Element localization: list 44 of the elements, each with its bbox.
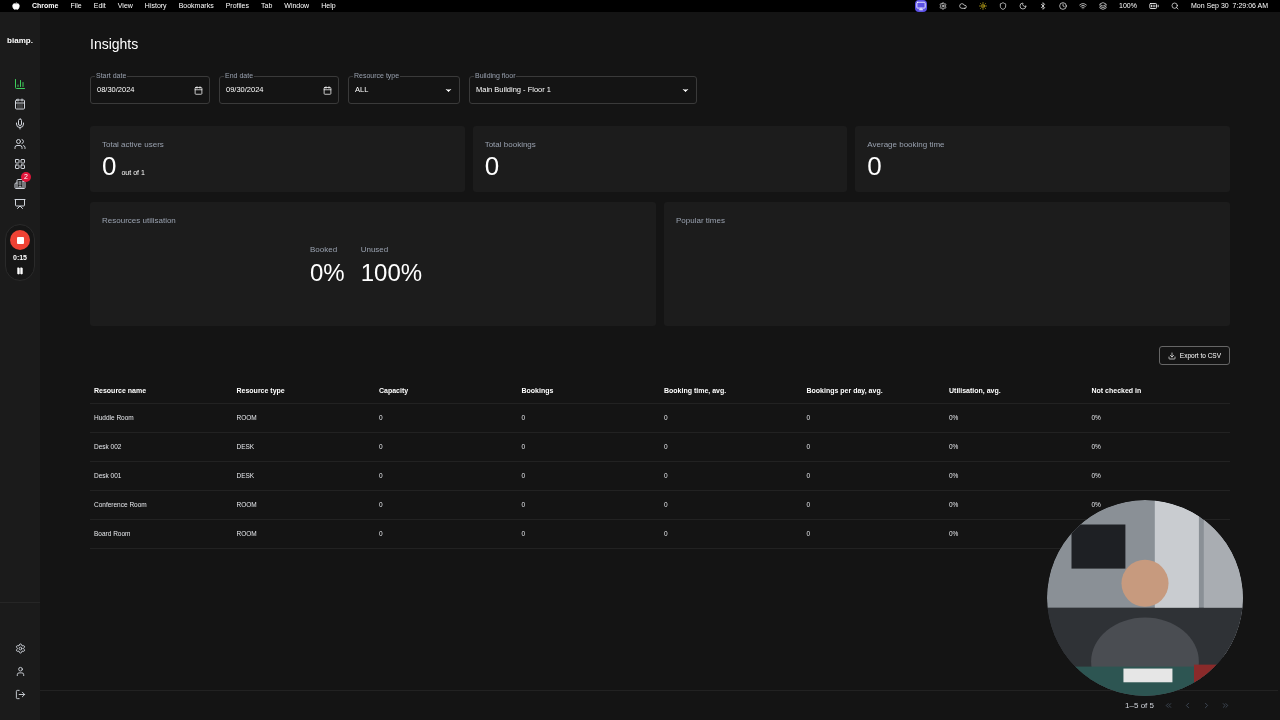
stat-value: 0: [867, 151, 882, 181]
card-title: Popular times: [676, 215, 726, 227]
calendar-icon[interactable]: [14, 98, 26, 110]
people-icon[interactable]: [14, 138, 26, 150]
stat-label: Total bookings: [484, 139, 537, 151]
grid-icon[interactable]: [14, 158, 26, 170]
stat-label: Total active users: [102, 139, 165, 151]
calendar-icon: [323, 85, 332, 95]
building-icon[interactable]: [14, 178, 26, 190]
figure-label: Unused: [360, 244, 390, 256]
shield-icon[interactable]: [999, 2, 1008, 10]
bluetooth-icon[interactable]: [1039, 2, 1048, 10]
bar-chart-icon[interactable]: [14, 78, 26, 90]
logo: biamp.: [7, 35, 33, 47]
card-title: Resources utilisation: [102, 215, 177, 227]
wifi-icon[interactable]: [1079, 2, 1088, 10]
figure-value: 100%: [360, 258, 423, 288]
user-icon[interactable]: [14, 666, 26, 677]
stop-recording-button[interactable]: [10, 230, 30, 250]
sun-icon[interactable]: [979, 2, 988, 10]
apple-icon[interactable]: [12, 2, 20, 10]
moon-icon[interactable]: [1019, 2, 1028, 10]
stat-label: Average booking time: [867, 139, 946, 151]
page-title: Insights: [90, 35, 140, 54]
download-icon: [1167, 351, 1176, 360]
microphone-icon[interactable]: [14, 118, 26, 130]
stat-value: 0: [484, 151, 500, 181]
figure-value: 0%: [310, 258, 345, 288]
pagination-range: 1–5 of 5: [1125, 699, 1154, 712]
figure-label: Booked: [310, 244, 339, 256]
screen-share-icon[interactable]: [915, 0, 928, 12]
calendar-icon: [194, 85, 203, 95]
cloud-icon[interactable]: [959, 2, 968, 10]
search-icon[interactable]: [1170, 2, 1179, 10]
desk-icon[interactable]: [14, 198, 26, 210]
logout-icon[interactable]: [14, 689, 26, 700]
settings-icon[interactable]: [14, 643, 26, 654]
layers-icon[interactable]: [1099, 2, 1108, 10]
pause-icon[interactable]: [16, 266, 24, 275]
stop-icon: [16, 236, 24, 244]
clock-icon[interactable]: [1059, 2, 1068, 10]
battery-icon[interactable]: [1148, 1, 1159, 11]
stat-value: 0: [102, 151, 117, 181]
gear-icon[interactable]: [939, 2, 948, 10]
